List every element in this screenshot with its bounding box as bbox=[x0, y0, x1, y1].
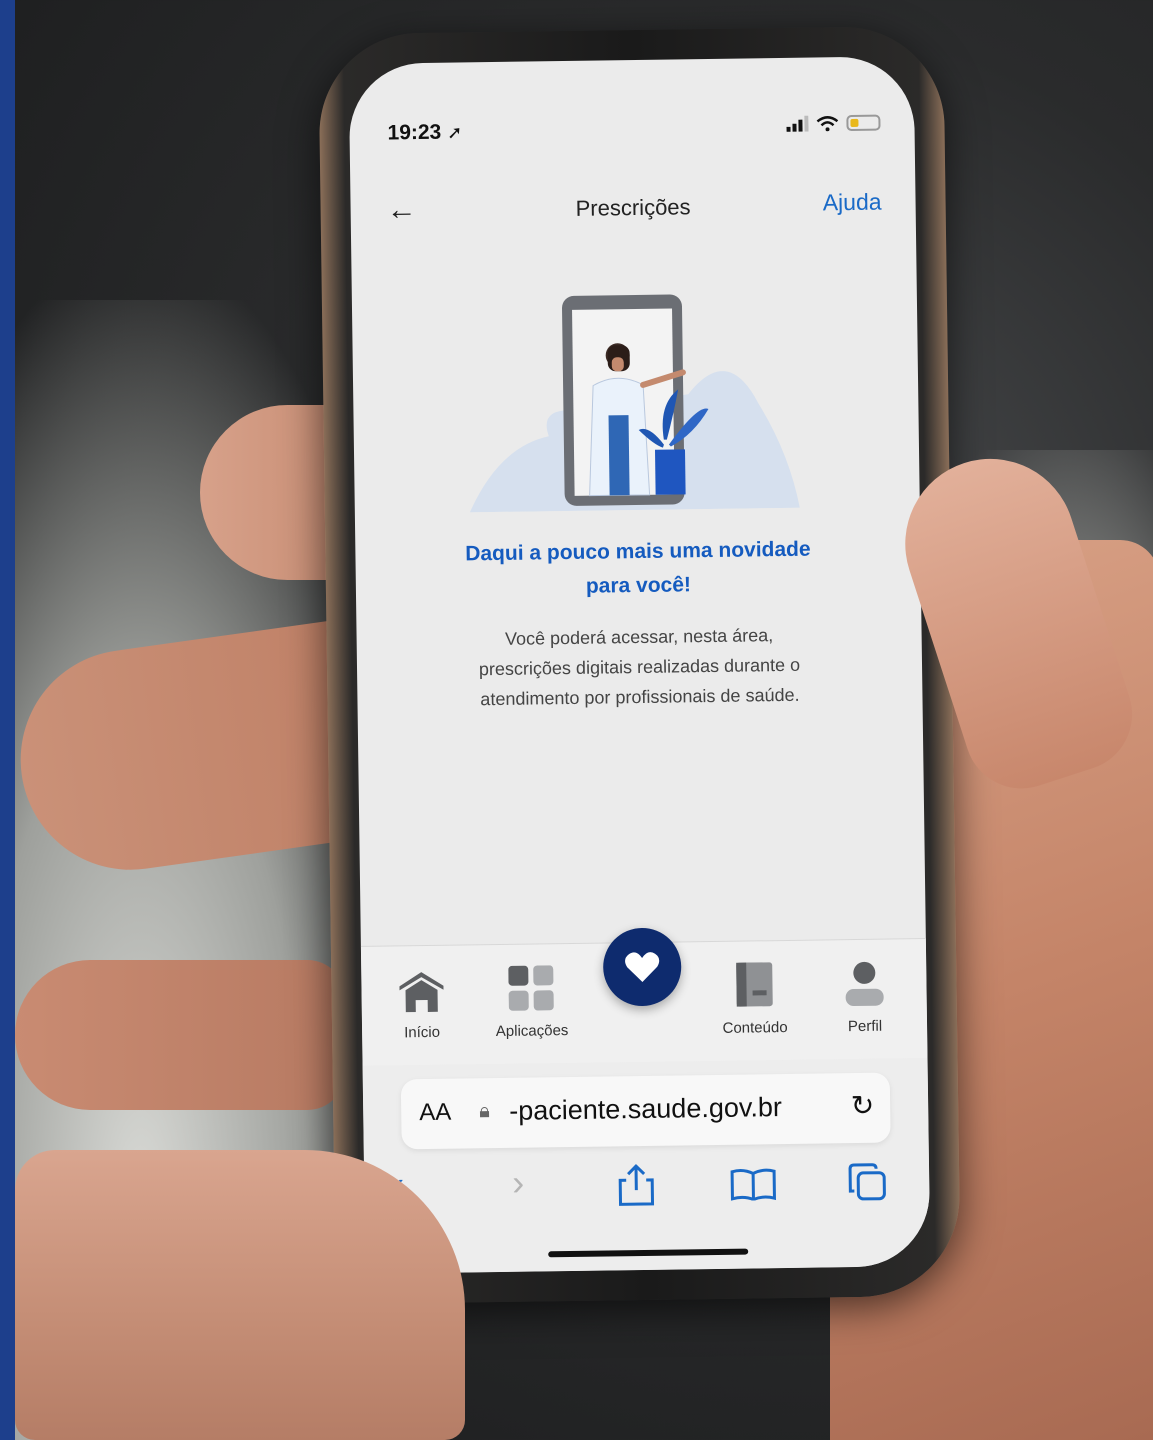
tab-conteudo-label: Conteúdo bbox=[722, 1018, 788, 1037]
tabs-icon[interactable] bbox=[848, 1163, 889, 1204]
help-link[interactable]: Ajuda bbox=[823, 189, 882, 217]
left-border-stripe bbox=[0, 0, 15, 1440]
empty-state-description: Você poderá acessar, nesta área, prescri… bbox=[406, 619, 872, 715]
doctor-in-phone-illustration bbox=[469, 294, 800, 513]
user-icon bbox=[845, 961, 884, 1007]
left-hand-thumb bbox=[15, 1150, 465, 1440]
heart-icon bbox=[625, 952, 660, 982]
home-indicator bbox=[547, 1248, 748, 1258]
empty-state-headline: Daqui a pouco mais uma novidade para voc… bbox=[395, 532, 881, 607]
address-bar[interactable]: AA 🔒︎ -paciente.saude.gov.br ↻ bbox=[400, 1072, 891, 1150]
description-line-3: atendimento por profissionais de saúde. bbox=[480, 684, 800, 710]
tab-perfil[interactable]: Perfil bbox=[809, 959, 920, 1036]
tab-perfil-label: Perfil bbox=[847, 1017, 883, 1036]
battery-icon bbox=[846, 114, 881, 132]
status-icons bbox=[786, 114, 881, 132]
reload-icon[interactable]: ↻ bbox=[850, 1089, 874, 1122]
tab-inicio-label: Início bbox=[404, 1023, 441, 1042]
home-icon bbox=[399, 972, 444, 1013]
headline-line-2: para você! bbox=[585, 573, 692, 598]
bookmarks-icon[interactable] bbox=[730, 1168, 776, 1201]
status-bar: 19:23 ➚ bbox=[349, 56, 915, 174]
tab-aplicacoes-label: Aplicações bbox=[495, 1022, 569, 1041]
location-arrow-icon: ➚ bbox=[446, 122, 463, 143]
wifi-icon bbox=[816, 116, 839, 132]
text-size-button[interactable]: AA bbox=[419, 1099, 451, 1127]
book-icon bbox=[736, 962, 773, 1007]
browser-forward-icon[interactable]: › bbox=[512, 1162, 525, 1204]
browser-nav-bar: ‹ › bbox=[364, 1156, 930, 1214]
tab-conteudo[interactable]: Conteúdo bbox=[699, 961, 810, 1038]
tab-aplicacoes[interactable]: Aplicações bbox=[476, 964, 587, 1041]
phone-screen: 19:23 ➚ ← Prescrições Ajuda Daqui a pouc… bbox=[348, 56, 931, 1274]
apps-grid-icon bbox=[508, 965, 554, 1011]
tab-inicio[interactable]: Início bbox=[366, 965, 477, 1042]
status-time-text: 19:23 bbox=[387, 120, 442, 145]
app-header: ← Prescrições Ajuda bbox=[350, 186, 916, 234]
share-icon[interactable] bbox=[618, 1163, 655, 1206]
url-text[interactable]: -paciente.saude.gov.br bbox=[509, 1092, 782, 1127]
left-hand-finger-lower bbox=[15, 960, 345, 1110]
signal-icon bbox=[786, 115, 809, 132]
lock-icon: 🔒︎ bbox=[479, 1100, 491, 1123]
smartphone: 19:23 ➚ ← Prescrições Ajuda Daqui a pouc… bbox=[318, 25, 961, 1305]
status-time: 19:23 ➚ bbox=[387, 120, 462, 145]
headline-line-1: Daqui a pouco mais uma novidade bbox=[465, 537, 811, 566]
